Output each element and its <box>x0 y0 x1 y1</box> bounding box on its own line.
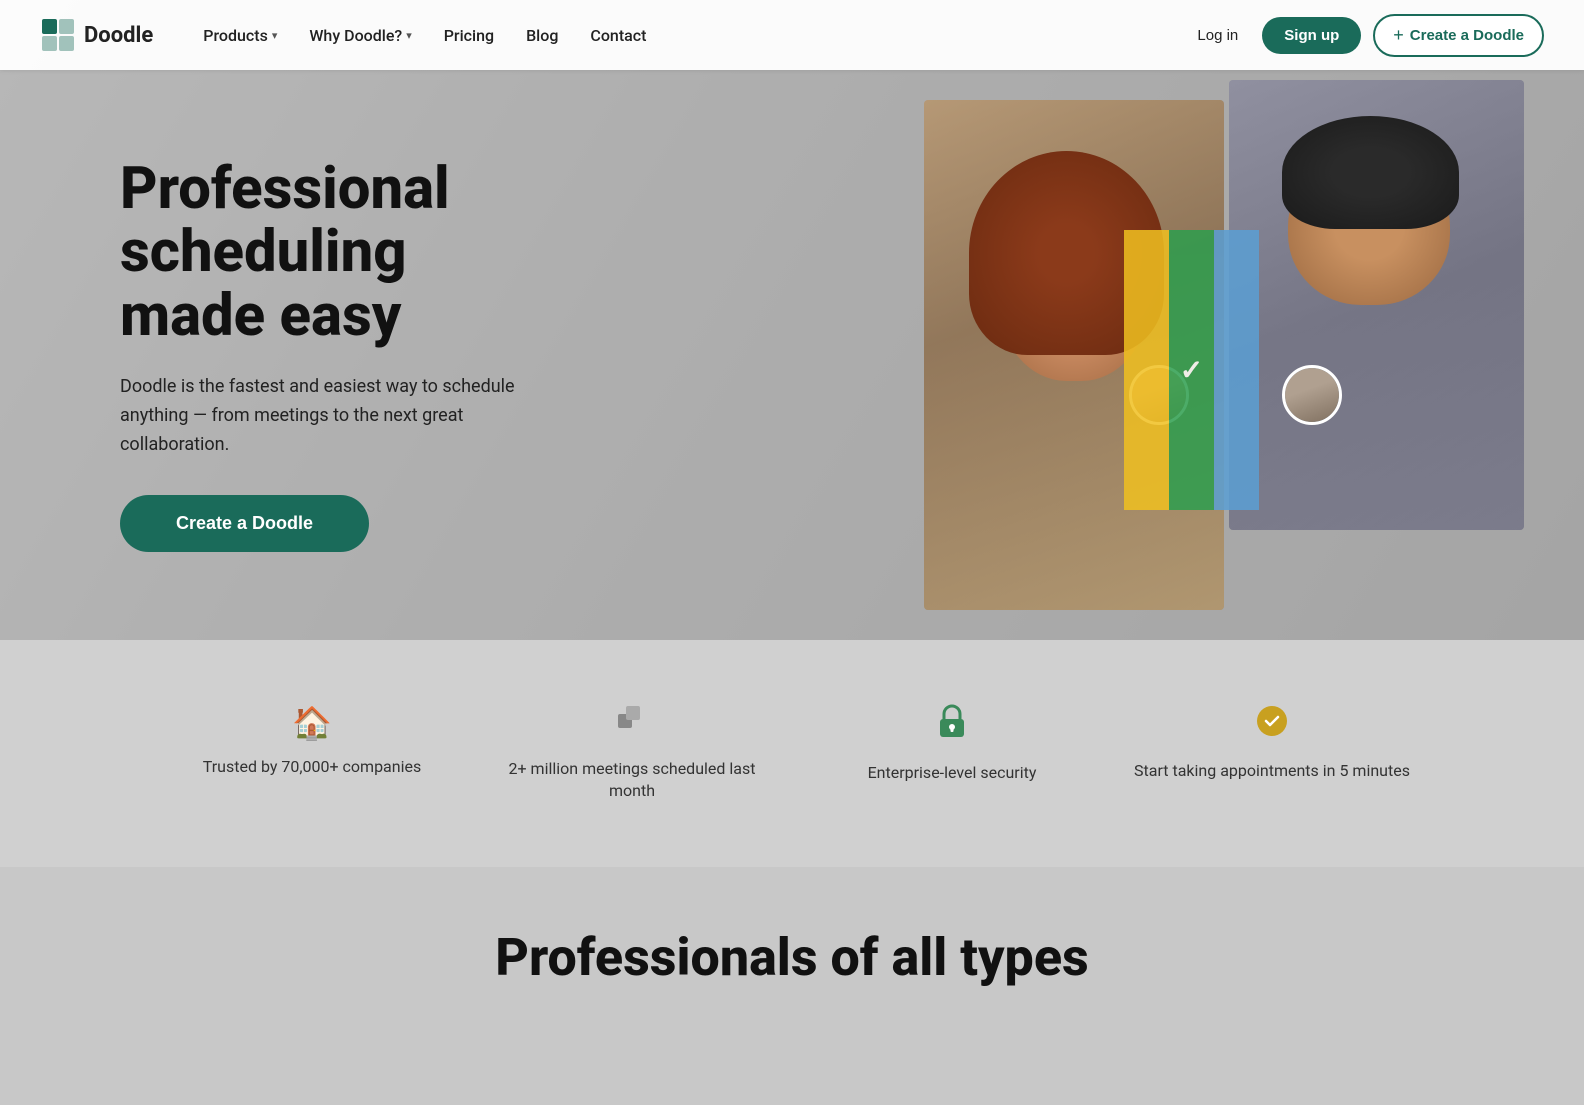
avatar-circle-2 <box>1282 365 1342 425</box>
clock-check-icon-svg <box>1255 704 1289 738</box>
hero-content: Professional scheduling made easy Doodle… <box>0 98 620 613</box>
stat-security: Enterprise-level security <box>792 688 1112 819</box>
hero-subtitle: Doodle is the fastest and easiest way to… <box>120 373 540 459</box>
blue-bar <box>1214 230 1259 510</box>
nav-pricing[interactable]: Pricing <box>430 18 508 53</box>
hero-cta-button[interactable]: Create a Doodle <box>120 495 369 552</box>
hero-image-collage: ✓ <box>924 70 1584 640</box>
stat-security-text: Enterprise-level security <box>812 762 1092 784</box>
bottom-title: Professionals of all types <box>60 927 1524 988</box>
nav-blog[interactable]: Blog <box>512 18 572 53</box>
lock-icon-svg <box>936 704 968 740</box>
stat-meetings: 2+ million meetings scheduled last month <box>472 688 792 819</box>
green-bar: ✓ <box>1169 230 1214 510</box>
nav-products[interactable]: Products ▾ <box>189 18 291 53</box>
hero-section: Professional scheduling made easy Doodle… <box>0 0 1584 640</box>
bottom-section: Professionals of all types <box>0 867 1584 1028</box>
stat-appointments: Start taking appointments in 5 minutes <box>1112 688 1432 819</box>
building-icon: 🏠 <box>172 704 452 742</box>
hero-title: Professional scheduling made easy <box>120 158 560 349</box>
hero-image-right <box>1229 80 1524 530</box>
logo-text: Doodle <box>84 23 153 48</box>
signup-button[interactable]: Sign up <box>1262 17 1361 54</box>
schedule-bars-overlay: ✓ <box>1124 230 1259 510</box>
checkmark-icon: ✓ <box>1180 354 1203 387</box>
plus-icon: + <box>1393 25 1404 46</box>
nav-why-doodle[interactable]: Why Doodle? ▾ <box>295 18 425 53</box>
doodle-logo-icon <box>40 17 76 53</box>
stats-section: 🏠 Trusted by 70,000+ companies 2+ millio… <box>0 640 1584 867</box>
lock-icon <box>812 704 1092 748</box>
why-doodle-chevron-icon: ▾ <box>406 29 412 42</box>
yellow-bar <box>1124 230 1169 510</box>
navbar: Doodle Products ▾ Why Doodle? ▾ Pricing … <box>0 0 1584 70</box>
stat-companies-text: Trusted by 70,000+ companies <box>172 756 452 778</box>
stat-appointments-text: Start taking appointments in 5 minutes <box>1132 760 1412 782</box>
logo[interactable]: Doodle <box>40 17 153 53</box>
nav-links: Products ▾ Why Doodle? ▾ Pricing Blog Co… <box>189 18 1185 53</box>
meetings-icon-svg <box>616 704 648 736</box>
create-doodle-nav-button[interactable]: + Create a Doodle <box>1373 14 1544 57</box>
stat-meetings-text: 2+ million meetings scheduled last month <box>492 758 772 803</box>
stat-companies: 🏠 Trusted by 70,000+ companies <box>152 688 472 819</box>
nav-contact[interactable]: Contact <box>576 18 660 53</box>
login-button[interactable]: Log in <box>1185 19 1250 52</box>
chart-icon <box>492 704 772 744</box>
clock-check-icon <box>1132 704 1412 746</box>
nav-actions: Log in Sign up + Create a Doodle <box>1185 14 1544 57</box>
products-chevron-icon: ▾ <box>272 29 278 42</box>
